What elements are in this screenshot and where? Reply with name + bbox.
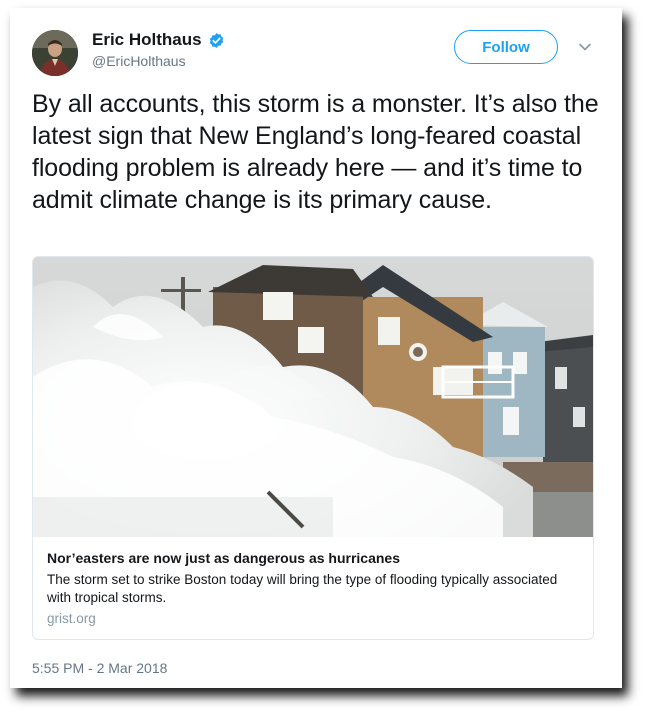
author-row: Eric Holthaus [92, 30, 225, 50]
card-image [33, 257, 593, 537]
card-description: The storm set to strike Boston today wil… [47, 572, 558, 605]
chevron-down-icon[interactable] [578, 40, 592, 54]
card-title[interactable]: Nor’easters are now just as dangerous as… [47, 549, 579, 567]
link-card[interactable]: Nor’easters are now just as dangerous as… [32, 256, 594, 640]
tweet-embed: Eric Holthaus @EricHolthaus Follow By al… [10, 8, 622, 688]
card-body: Nor’easters are now just as dangerous as… [33, 537, 593, 626]
follow-button[interactable]: Follow [454, 30, 558, 64]
tweet-timestamp[interactable]: 5:55 PM - 2 Mar 2018 [32, 660, 167, 676]
avatar-photo [32, 30, 78, 76]
tweet-text: By all accounts, this storm is a monster… [32, 90, 599, 214]
card-domain: grist.org [47, 611, 96, 626]
verified-badge-icon [209, 32, 223, 48]
avatar[interactable] [32, 30, 78, 76]
author-name[interactable]: Eric Holthaus [92, 30, 202, 50]
author-handle[interactable]: @EricHolthaus [92, 53, 186, 69]
